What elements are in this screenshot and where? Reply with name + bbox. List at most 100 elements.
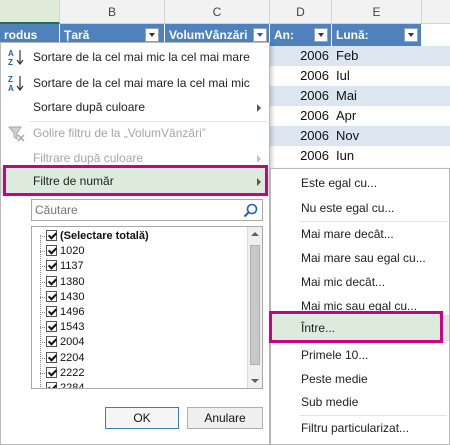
sort-by-color-item[interactable]: Sortare după culoare [1,95,269,119]
custom-filter-item[interactable]: Filtru particularizat... [271,416,449,440]
header-cell-year: An: [270,24,332,46]
scroll-up-icon[interactable] [248,227,262,241]
value-label: 1137 [60,260,84,273]
month-cell[interactable]: Feb [332,46,422,66]
cancel-button[interactable]: Anulare [187,407,263,429]
checkbox-checked-icon[interactable] [46,230,57,241]
clear-filter-icon [7,126,25,142]
checkbox-checked-icon[interactable] [46,321,57,333]
tree-connector [40,372,45,374]
clear-filter-item: Golire filtru de la „VolumVânzări” [1,121,269,145]
tree-connector [40,251,45,253]
value-checkbox-item[interactable]: 1020 [40,244,84,259]
checkbox-checked-icon[interactable] [46,336,57,348]
checkbox-checked-icon[interactable] [46,290,57,302]
month-cell[interactable]: Apr [332,106,422,126]
value-label: 2222 [60,366,85,379]
submenu-item-label: Nu este egal cu... [301,201,395,215]
column-letter-b[interactable]: B [60,0,165,24]
sort-descending-item[interactable]: Z A Sortare de la cel mai mare la cel ma… [1,71,269,95]
submenu-arrow-icon [257,155,261,163]
value-checkbox-item[interactable]: 1380 [40,275,85,290]
scroll-down-icon[interactable] [248,374,262,388]
search-icon[interactable] [243,203,258,218]
month-cell[interactable]: Mai [332,86,422,106]
top-10-item[interactable]: Primele 10... [271,343,449,367]
year-cell[interactable]: 2006 [270,106,332,126]
value-label: 1380 [60,275,85,288]
submenu-item-label: Sub medie [301,395,359,409]
filter-dropdown-country[interactable] [145,28,159,42]
less-than-item[interactable]: Mai mic decât... [271,270,449,294]
checkbox-checked-icon[interactable] [46,275,57,287]
filter-by-color-item: Filtrare după culoare [1,146,269,170]
submenu-item-label: Este egal cu... [301,176,378,190]
tree-connector [40,296,45,298]
submenu-item-label: Mai mare sau egal cu... [301,251,426,265]
not-equals-item[interactable]: Nu este egal cu... [271,196,449,220]
year-cell[interactable]: 2006 [270,86,332,106]
value-checkbox-item[interactable]: 1430 [40,290,84,305]
scroll-thumb[interactable] [250,245,260,365]
search-input[interactable] [35,201,235,219]
value-checkbox-item[interactable]: 1137 [40,259,84,274]
column-letter-c[interactable]: C [165,0,270,24]
month-cell[interactable]: Iun [332,146,422,166]
year-cell[interactable]: 2006 [270,126,332,146]
filter-dropdown-year[interactable] [314,28,328,42]
tree-connector [40,327,45,329]
tree-connector [40,236,45,237]
tree-connector [40,342,45,344]
checkbox-checked-icon[interactable] [46,306,57,317]
value-label: (Selectare totală) [60,230,149,242]
equals-item[interactable]: Este egal cu... [271,171,449,195]
checkbox-checked-icon[interactable] [46,366,57,378]
filter-dropdown-month[interactable] [404,28,418,42]
checkbox-checked-icon[interactable] [46,245,57,257]
submenu-item-label: Primele 10... [301,348,369,362]
value-checkbox-item[interactable]: 2284 [46,381,84,388]
values-list: (Selectare totală) 1020 1137 1380 1430 1496 15… [31,226,263,389]
value-label: 1496 [60,306,85,318]
column-letter-e[interactable]: E [332,0,422,24]
year-cell[interactable]: 2006 [270,146,332,166]
column-letter-d[interactable]: D [270,0,332,24]
tree-connector [40,266,45,268]
value-label: 2204 [60,351,85,364]
checkbox-checked-icon[interactable] [46,351,57,363]
value-checkbox-item[interactable]: 1543 [40,320,84,335]
svg-text:Z: Z [8,58,13,66]
above-average-item[interactable]: Peste medie [271,367,449,391]
filter-menu: A Z Sortare de la cel mai mic la cel mai… [0,42,270,445]
month-cell[interactable]: Nov [332,126,422,146]
tree-connector [40,357,45,359]
submenu-item-label: Mai mic decât... [301,275,386,289]
between-item[interactable]: Între... [271,315,449,341]
value-checkbox-item[interactable]: 1496 [40,305,85,320]
value-label: 2004 [60,336,85,349]
greater-or-equal-item[interactable]: Mai mare sau egal cu... [271,246,449,270]
number-filters-item[interactable]: Filtre de număr [1,168,269,195]
sort-ascending-icon: A Z [8,49,24,66]
month-cell[interactable]: Iul [332,66,422,86]
greater-than-item[interactable]: Mai mare decât... [271,222,449,246]
checkbox-checked-icon[interactable] [46,382,57,388]
year-cell[interactable]: 2006 [270,66,332,86]
submenu-item-label: Peste medie [301,372,368,386]
column-letter-next[interactable] [422,0,450,24]
select-all-checkbox-item[interactable]: (Selectare totală) [40,229,149,244]
year-cell[interactable]: 2006 [270,46,332,66]
column-letter-a[interactable] [0,0,60,24]
value-checkbox-item[interactable]: 2222 [40,366,85,381]
header-cell-month: Lună: [332,24,422,46]
column-headers: B C D E [0,0,450,24]
values-scrollbar[interactable] [247,227,262,388]
submenu-arrow-icon [257,104,261,112]
checkbox-checked-icon[interactable] [46,260,57,272]
below-average-item[interactable]: Sub medie [271,390,449,414]
value-checkbox-item[interactable]: 2204 [40,351,85,366]
ok-button[interactable]: OK [105,407,179,429]
value-checkbox-item[interactable]: 2004 [40,335,85,350]
sort-ascending-item[interactable]: A Z Sortare de la cel mai mic la cel mai… [1,45,269,69]
filter-dropdown-sales-volume[interactable] [253,28,267,42]
